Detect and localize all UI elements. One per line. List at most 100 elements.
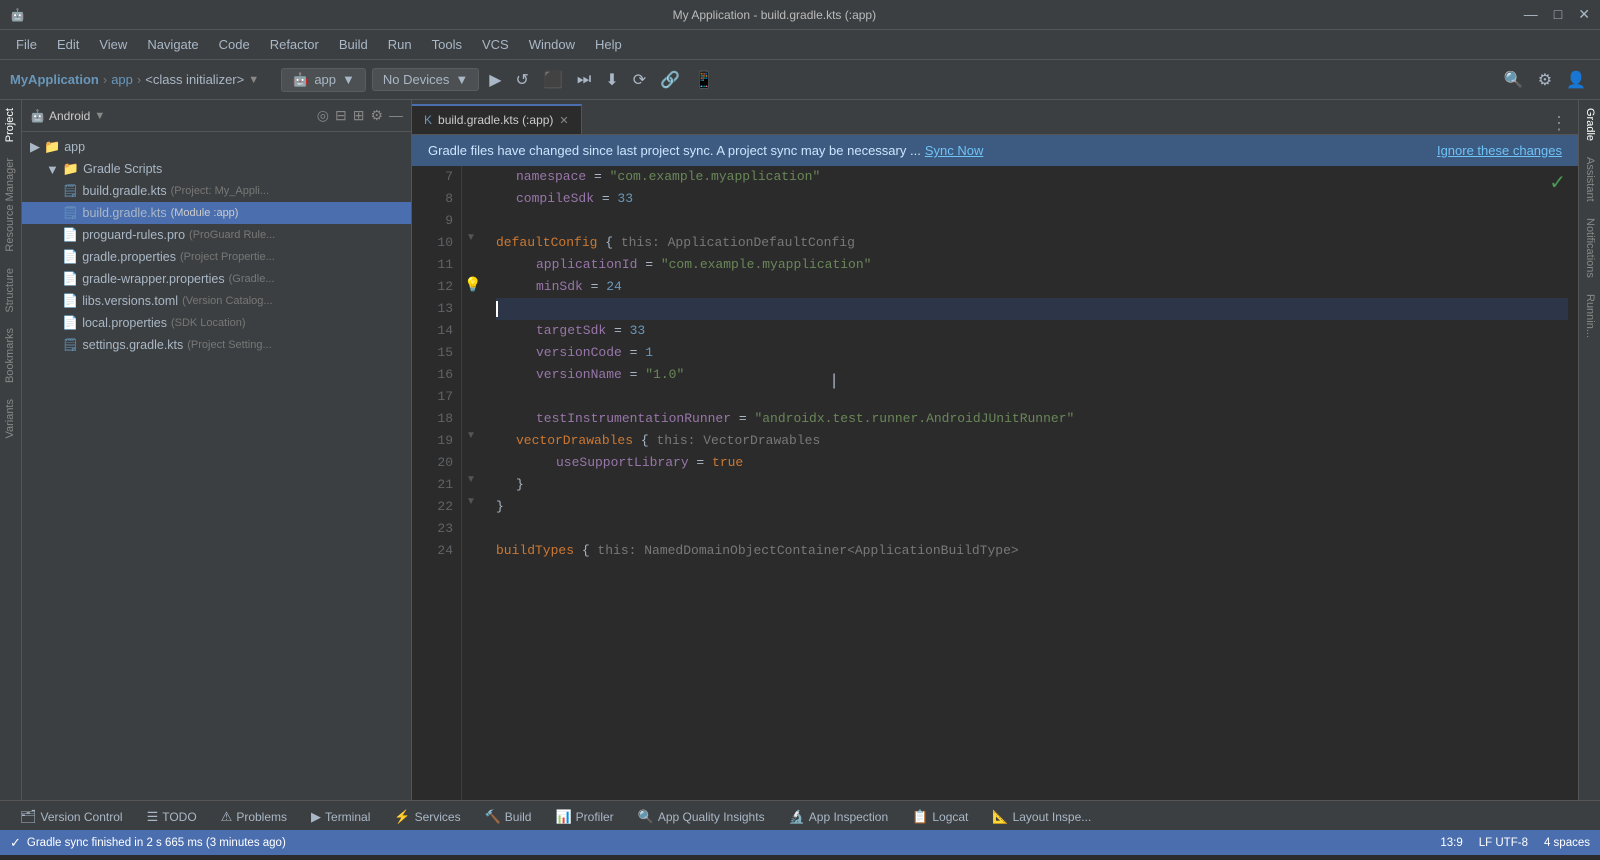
left-activity-bar: Project Resource Manager Structure Bookm…: [0, 100, 22, 800]
menu-item-edit[interactable]: Edit: [49, 35, 87, 54]
window-controls[interactable]: — □ ✕: [1524, 6, 1590, 23]
stop-button[interactable]: ⬛: [539, 68, 567, 92]
menu-item-view[interactable]: View: [91, 35, 135, 54]
bottom-tab-layout-inspector[interactable]: 📐 Layout Inspe...: [982, 801, 1101, 830]
status-right: 13:9 LF UTF-8 4 spaces: [1440, 837, 1590, 849]
tree-item-gradle-wrapper[interactable]: 📄 gradle-wrapper.properties (Gradle...: [22, 268, 411, 290]
settings-panel-icon[interactable]: ⚙: [370, 107, 383, 124]
notification-banner: Gradle files have changed since last pro…: [412, 135, 1578, 166]
android-run-icon: 🤖: [292, 72, 308, 88]
breadcrumb-app[interactable]: MyApplication: [10, 72, 99, 87]
fold-marker-21[interactable]: ▼: [466, 474, 476, 485]
app-quality-label: App Quality Insights: [658, 810, 765, 824]
device-selector[interactable]: 🤖 app ▼: [281, 68, 366, 92]
bottom-tab-logcat[interactable]: 📋 Logcat: [902, 801, 978, 830]
fold-marker-10[interactable]: ▼: [466, 232, 476, 243]
device-manager-icon[interactable]: 📱: [690, 68, 718, 92]
bottom-tab-app-inspection[interactable]: 🔬 App Inspection: [779, 801, 899, 830]
fold-marker-19[interactable]: ▼: [466, 430, 476, 441]
menu-item-build[interactable]: Build: [331, 35, 376, 54]
settings-icon[interactable]: ⚙: [1534, 68, 1556, 92]
step-into-button[interactable]: ⬇: [601, 68, 622, 92]
menu-item-run[interactable]: Run: [380, 35, 420, 54]
breadcrumb-initializer[interactable]: <class initializer>: [145, 72, 244, 87]
close-button[interactable]: ✕: [1578, 6, 1590, 23]
breadcrumb[interactable]: MyApplication › app › <class initializer…: [10, 72, 259, 87]
sync-button[interactable]: ⟳: [629, 68, 650, 92]
ignore-changes-link[interactable]: Ignore these changes: [1437, 143, 1562, 158]
sidebar-item-structure[interactable]: Structure: [0, 260, 21, 321]
tree-item-gradle-props[interactable]: 📄 gradle.properties (Project Propertie..…: [22, 246, 411, 268]
collapse-all-icon[interactable]: ⊟: [335, 107, 347, 124]
bottom-tab-version-control[interactable]: 🗂 Version Control: [10, 801, 133, 830]
refresh-button[interactable]: ↺: [512, 68, 533, 92]
bottom-tab-services[interactable]: ⚡ Services: [384, 801, 470, 830]
menu-item-window[interactable]: Window: [521, 35, 583, 54]
user-icon[interactable]: 👤: [1562, 68, 1590, 92]
gradle-props-icon: 📄: [62, 249, 78, 265]
vectorDrawables-kw: vectorDrawables: [516, 430, 633, 452]
sidebar-item-project[interactable]: Project: [0, 100, 21, 150]
tree-item-local-props[interactable]: 📄 local.properties (SDK Location): [22, 312, 411, 334]
code-line-22: }: [496, 496, 1568, 518]
build-label: Build: [505, 810, 532, 824]
bottom-tab-problems[interactable]: ⚠ Problems: [211, 801, 297, 830]
code-line-24: buildTypes { this: NamedDomainObjectCont…: [496, 540, 1568, 562]
tab-close-icon[interactable]: ✕: [559, 114, 568, 127]
tree-item-proguard[interactable]: 📄 proguard-rules.pro (ProGuard Rule...: [22, 224, 411, 246]
attach-button[interactable]: 🔗: [656, 68, 684, 92]
right-label-gradle[interactable]: Gradle: [1579, 100, 1600, 149]
step-over-button[interactable]: ⏭: [573, 69, 595, 91]
locate-file-icon[interactable]: ◎: [317, 107, 329, 124]
tree-item-app[interactable]: ▶ 📁 app: [22, 136, 411, 158]
sync-now-link[interactable]: Sync Now: [925, 143, 984, 158]
tree-item-libs-versions[interactable]: 📄 libs.versions.toml (Version Catalog...: [22, 290, 411, 312]
build-gradle-project-meta: (Project: My_Appli...: [171, 185, 269, 197]
no-devices-selector[interactable]: No Devices ▼: [372, 68, 479, 91]
bottom-tab-todo[interactable]: ☰ TODO: [137, 801, 207, 830]
right-label-assistant[interactable]: Assistant: [1579, 149, 1600, 210]
right-label-running[interactable]: Runnin...: [1579, 286, 1600, 346]
versionName-prop: versionName: [536, 364, 622, 386]
terminal-label: Terminal: [325, 810, 370, 824]
settings-gradle-name: settings.gradle.kts: [83, 338, 184, 352]
menu-item-vcs[interactable]: VCS: [474, 35, 517, 54]
tree-item-settings-gradle[interactable]: 🗒 settings.gradle.kts (Project Setting..…: [22, 334, 411, 356]
sidebar-item-variants[interactable]: Variants: [0, 391, 21, 447]
search-everywhere-icon[interactable]: 🔍: [1500, 68, 1528, 92]
tab-overflow-button[interactable]: ⋮: [1540, 113, 1578, 134]
kotlin-file-icon: 🗒: [62, 183, 79, 199]
menu-item-refactor[interactable]: Refactor: [262, 35, 327, 54]
sidebar-item-resource-manager[interactable]: Resource Manager: [0, 150, 21, 260]
fold-marker-22[interactable]: ▼: [466, 496, 476, 507]
tree-item-build-gradle-app[interactable]: 🗒 build.gradle.kts (Module :app): [22, 202, 411, 224]
tree-item-gradle-scripts[interactable]: ▼ 📁 Gradle Scripts: [22, 158, 411, 180]
maximize-button[interactable]: □: [1554, 6, 1562, 23]
run-button[interactable]: ▶: [485, 68, 505, 92]
minimize-button[interactable]: —: [1524, 6, 1538, 23]
breadcrumb-dropdown-icon[interactable]: ▼: [248, 74, 259, 86]
right-label-notifications[interactable]: Notifications: [1579, 210, 1600, 286]
sidebar-item-bookmarks[interactable]: Bookmarks: [0, 320, 21, 391]
breadcrumb-module[interactable]: app: [111, 72, 133, 87]
code-line-13: [496, 298, 1568, 320]
bottom-tab-app-quality[interactable]: 🔍 App Quality Insights: [628, 801, 775, 830]
menu-item-tools[interactable]: Tools: [424, 35, 470, 54]
menu-item-code[interactable]: Code: [211, 35, 258, 54]
bottom-tab-profiler[interactable]: 📊 Profiler: [545, 801, 623, 830]
expand-icon[interactable]: ⊞: [353, 107, 365, 124]
panel-dropdown-icon[interactable]: ▼: [94, 110, 105, 122]
editor-tab-active[interactable]: K build.gradle.kts (:app) ✕: [412, 104, 582, 134]
menu-item-file[interactable]: File: [8, 35, 45, 54]
lightbulb-icon[interactable]: 💡: [464, 276, 481, 293]
minimize-panel-icon[interactable]: —: [389, 107, 403, 124]
tree-item-build-gradle-project[interactable]: 🗒 build.gradle.kts (Project: My_Appli...: [22, 180, 411, 202]
menu-item-help[interactable]: Help: [587, 35, 630, 54]
code-content[interactable]: namespace = "com.example.myapplication" …: [486, 166, 1578, 800]
menu-item-navigate[interactable]: Navigate: [139, 35, 206, 54]
bottom-tab-build[interactable]: 🔨 Build: [475, 801, 542, 830]
profiler-label: Profiler: [576, 810, 614, 824]
bottom-tab-terminal[interactable]: ▶ Terminal: [301, 801, 380, 830]
todo-icon: ☰: [147, 809, 159, 825]
code-line-8: compileSdk = 33: [496, 188, 1568, 210]
